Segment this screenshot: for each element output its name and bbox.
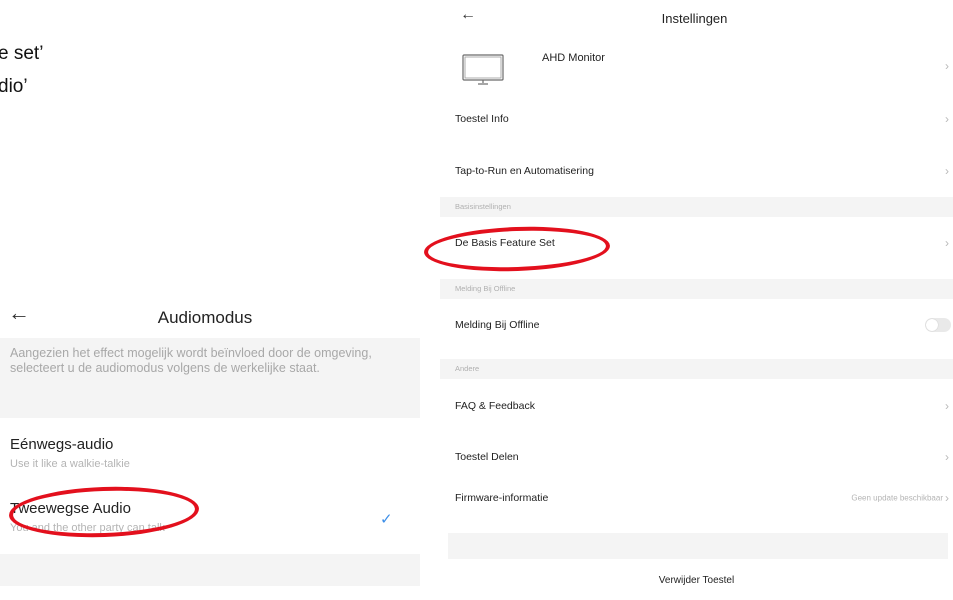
audiomodus-screen: ← Audiomodus Aangezien het effect mogeli… [0, 296, 430, 600]
option-one-way-audio[interactable]: Eénwegs-audio Use it like a walkie-talki… [0, 432, 420, 484]
row-label: Toestel Info [455, 113, 509, 125]
row-offline-notification[interactable]: Melding Bij Offline [440, 305, 953, 345]
bottom-spacer [448, 533, 948, 559]
instellingen-header: ← Instellingen [440, 0, 953, 36]
chevron-right-icon: › [945, 112, 949, 126]
section-label: Andere [455, 364, 480, 373]
section-basic: Basisinstellingen [440, 197, 953, 217]
audiomodus-info-box: Aangezien het effect mogelijk wordt beïn… [0, 338, 420, 418]
option-two-way-audio[interactable]: Tweewegse Audio You and the other party … [0, 496, 420, 548]
caption-line-1: e set’ [0, 43, 44, 64]
audiomodus-header: ← Audiomodus [0, 296, 430, 336]
row-device-info[interactable]: Toestel Info › [440, 99, 953, 139]
row-label: Toestel Delen [455, 451, 519, 463]
chevron-right-icon: › [945, 450, 949, 464]
section-label: Basisinstellingen [455, 202, 511, 211]
caption-line-2: dio’ [0, 76, 28, 97]
firmware-status: Geen update beschikbaar [851, 493, 943, 503]
audiomodus-footer-spacer [0, 554, 420, 586]
row-tap-to-run[interactable]: Tap-to-Run en Automatisering › [440, 151, 953, 191]
audiomodus-info-text: Aangezien het effect mogelijk wordt beïn… [10, 346, 372, 375]
option-subtitle: Use it like a walkie-talkie [10, 458, 130, 470]
section-label: Melding Bij Offline [455, 284, 516, 293]
instellingen-title: Instellingen [661, 11, 728, 26]
chevron-right-icon: › [945, 236, 949, 250]
option-title: Eénwegs-audio [10, 436, 114, 453]
row-firmware-info[interactable]: Firmware-informatie Geen update beschikb… [440, 478, 953, 518]
option-title: Tweewegse Audio [10, 500, 131, 517]
row-basic-feature-set[interactable]: De Basis Feature Set › [440, 223, 953, 263]
section-other: Andere [440, 359, 953, 379]
chevron-right-icon: › [945, 399, 949, 413]
remove-device-button[interactable]: Verwijder Toestel [440, 575, 953, 586]
toggle-knob [926, 319, 938, 331]
option-subtitle: You and the other party can talk [10, 522, 165, 534]
device-name: AHD Monitor [542, 52, 605, 64]
audiomodus-title: Audiomodus [157, 308, 253, 327]
checkmark-icon: ✓ [380, 511, 393, 528]
row-faq-feedback[interactable]: FAQ & Feedback › [440, 386, 953, 426]
instellingen-screen: ← Instellingen AHD Monitor › Toestel Inf… [440, 0, 953, 600]
chevron-right-icon: › [945, 164, 949, 178]
row-label: Tap-to-Run en Automatisering [455, 165, 594, 177]
chevron-right-icon: › [945, 491, 949, 505]
row-label: Firmware-informatie [455, 492, 549, 504]
section-offline: Melding Bij Offline [440, 279, 953, 299]
row-label: FAQ & Feedback [455, 400, 535, 412]
offline-notification-toggle[interactable] [925, 318, 951, 332]
device-row[interactable]: AHD Monitor › [440, 40, 953, 92]
row-label: De Basis Feature Set [455, 237, 555, 249]
row-label: Melding Bij Offline [455, 319, 540, 331]
monitor-icon [462, 54, 504, 85]
chevron-right-icon: › [945, 59, 949, 73]
row-share-device[interactable]: Toestel Delen › [440, 437, 953, 477]
